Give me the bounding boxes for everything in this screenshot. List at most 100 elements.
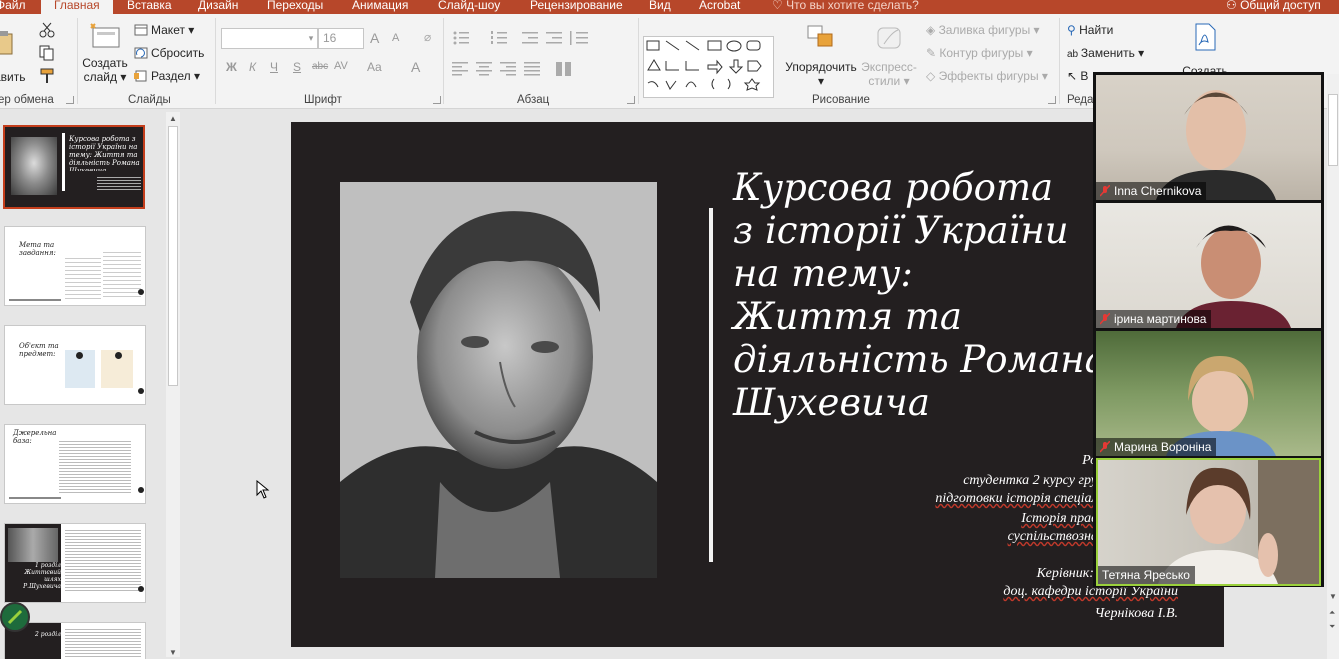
font-name-dropdown-icon[interactable]: ▾ (305, 28, 318, 49)
quick-styles-button[interactable]: Экспресс- стили ▾ (858, 22, 920, 94)
participant-name-label: Марина Вороніна (1096, 438, 1217, 456)
share-button[interactable]: ⚇ Общий доступ (1226, 0, 1321, 13)
shadow-button[interactable]: S (293, 60, 301, 74)
previous-slide-icon[interactable]: ⏶ (1329, 608, 1335, 618)
slide-scrollbar[interactable]: ▼ ⏶ ⏷ (1327, 74, 1339, 659)
font-color-button[interactable]: A (411, 59, 420, 75)
supervisor-line: Чернікова І.В. (1094, 606, 1178, 621)
tab-insert[interactable]: Вставка (127, 0, 172, 13)
current-slide[interactable]: Курсова робота з історії України на тему… (291, 122, 1224, 647)
select-button[interactable]: ↖ В (1067, 69, 1088, 83)
participant-video-active-speaker[interactable]: Тетяна Яресько (1096, 458, 1321, 586)
font-launcher-icon[interactable] (433, 96, 441, 104)
divider (638, 18, 639, 104)
scroll-up-icon[interactable]: ▲ (169, 114, 177, 123)
pencil-icon (7, 609, 23, 625)
thumbnail-title: Курсова робота з історії України на тему… (69, 135, 140, 171)
slide-thumbnail[interactable]: 1 розділ Життєвий шлях Р.Шухевича (4, 523, 146, 603)
participant-video[interactable]: Марина Вороніна (1096, 331, 1321, 456)
thumbnail-text-lines (59, 439, 131, 493)
thumbnail-portrait (11, 137, 57, 195)
char-spacing-button[interactable]: AV (334, 60, 348, 72)
thumbnail-text-lines (65, 528, 141, 592)
app-window: Файл Главная Вставка Дизайн Переходы Ани… (0, 0, 1339, 659)
drawing-launcher-icon[interactable] (1048, 96, 1056, 104)
cut-icon[interactable] (39, 22, 55, 38)
next-slide-icon[interactable]: ⏷ (1329, 622, 1335, 632)
shrink-font-button[interactable]: A (392, 32, 399, 44)
copy-icon[interactable] (39, 45, 59, 61)
tab-animation[interactable]: Анимация (352, 0, 408, 13)
paste-button[interactable]: авить (0, 24, 30, 86)
video-gallery: Inna Chernikova ірина мартинова Марина В… (1093, 72, 1324, 587)
thumbnail-dot (115, 352, 122, 359)
font-name-input[interactable] (221, 28, 306, 49)
new-slide-button[interactable]: Создать слайд ▾ (82, 20, 128, 92)
italic-button[interactable]: К (249, 60, 256, 74)
layout-button[interactable]: Макет ▾ (134, 23, 194, 37)
strikethrough-button[interactable]: abc (312, 61, 328, 72)
participant-video[interactable]: ірина мартинова (1096, 203, 1321, 328)
shapes-icons (646, 40, 762, 91)
cursor-icon: ↖ (1067, 69, 1081, 83)
editing-group-label: Реда (1067, 94, 1094, 106)
underline-button[interactable]: Ч (270, 60, 278, 74)
tab-transitions[interactable]: Переходы (267, 0, 323, 13)
arrange-button[interactable]: Упорядочить ▾ (782, 22, 860, 94)
grow-font-button[interactable]: A (370, 30, 379, 46)
font-size-input[interactable]: 16 (318, 28, 364, 49)
paragraph-launcher-icon[interactable] (627, 96, 635, 104)
tab-home[interactable]: Главная (41, 0, 113, 14)
shapes-gallery[interactable] (643, 36, 774, 98)
scrollbar-thumb[interactable] (168, 126, 178, 386)
scroll-down-icon[interactable]: ▼ (169, 648, 177, 657)
align-right-icon (500, 62, 516, 76)
tab-acrobat[interactable]: Acrobat (699, 0, 740, 13)
slide-thumbnail[interactable]: Курсова робота з історії України на тему… (3, 125, 145, 209)
author-line: підготовки історія спеціаль (935, 491, 1104, 506)
reset-icon (134, 47, 148, 59)
find-button[interactable]: ⚲ Найти (1067, 23, 1113, 37)
pen-annotation-button[interactable] (0, 602, 30, 632)
align-center-icon (476, 62, 492, 76)
participant-name-label: Inna Chernikova (1096, 182, 1207, 200)
arrange-dropdown: ▾ (817, 74, 825, 88)
tab-review[interactable]: Рецензирование (530, 0, 623, 13)
clipboard-launcher-icon[interactable] (66, 96, 74, 104)
clipboard-group-label: ер обмена (0, 94, 54, 106)
muted-mic-icon (1100, 185, 1110, 197)
shape-outline-button[interactable]: ✎ Контур фигуры ▾ (926, 46, 1033, 60)
line-spacing-icon (570, 31, 588, 45)
bold-button[interactable]: Ж (226, 60, 237, 74)
slide-thumbnail[interactable]: Джерельна база: (4, 424, 146, 504)
format-painter-icon[interactable] (39, 68, 55, 84)
slides-group-label: Слайды (128, 94, 171, 106)
scrollbar-thumb[interactable] (1328, 94, 1338, 166)
participant-video[interactable]: Inna Chernikova (1096, 75, 1321, 200)
change-case-button[interactable]: Aa (367, 60, 382, 74)
title-divider-line (709, 208, 713, 562)
replace-button[interactable]: ab Заменить ▾ (1067, 46, 1144, 60)
paragraph-icons[interactable] (450, 28, 640, 90)
section-button[interactable]: Раздел ▾ (134, 69, 200, 83)
thumbnail-text-lines (97, 175, 141, 191)
scroll-down-icon[interactable]: ▼ (1329, 592, 1337, 601)
shape-fill-button[interactable]: ◈ Заливка фигуры ▾ (926, 23, 1040, 37)
paint-bucket-icon: ◈ (926, 23, 939, 37)
increase-indent-icon (546, 32, 562, 44)
acrobat-create-pdf-button[interactable]: Создать (1180, 22, 1230, 78)
tell-me-search[interactable]: ♡ Что вы хотите сделать? (772, 0, 919, 13)
tab-slideshow[interactable]: Слайд-шоу (438, 0, 500, 13)
thumbnail-underline (9, 497, 61, 499)
tab-file[interactable]: Файл (0, 0, 26, 13)
reset-button[interactable]: Сбросить (134, 46, 204, 60)
shape-effects-button[interactable]: ◇ Эффекты фигуры ▾ (926, 69, 1048, 83)
layout-icon (134, 24, 148, 36)
slide-thumbnail[interactable]: Мета та завдання: (4, 226, 146, 306)
tab-view[interactable]: Вид (649, 0, 671, 13)
slide-thumbnail[interactable]: Об'єкт та предмет: (4, 325, 146, 405)
clear-formatting-icon[interactable]: ⌀ (424, 30, 431, 44)
tab-design[interactable]: Дизайн (198, 0, 238, 13)
thumbnail-dot (138, 289, 144, 295)
thumbnails-scrollbar[interactable]: ▲ ▼ (166, 112, 180, 657)
